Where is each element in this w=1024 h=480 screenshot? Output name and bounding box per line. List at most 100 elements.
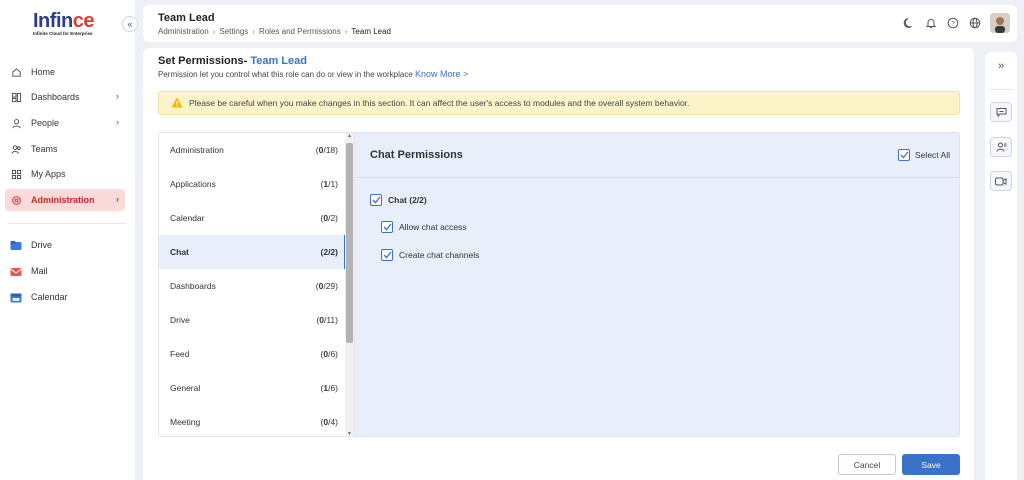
chevron-right-icon: ›: [116, 117, 119, 127]
category-label: Dashboards: [170, 281, 216, 291]
category-administration[interactable]: Administration (0/18): [159, 133, 346, 167]
warning-banner: Please be careful when you make changes …: [158, 91, 960, 115]
scroll-up-icon[interactable]: ▲: [346, 133, 353, 140]
avatar[interactable]: [990, 13, 1010, 33]
category-label: Drive: [170, 315, 190, 325]
save-button[interactable]: Save: [902, 454, 960, 475]
permissions-title: Set Permissions- Team Lead: [158, 55, 307, 67]
checkbox-checked-icon[interactable]: [370, 194, 382, 206]
category-meeting[interactable]: Meeting (0/4): [159, 405, 346, 436]
person-icon: [10, 117, 22, 129]
breadcrumb-administration[interactable]: Administration: [158, 27, 209, 36]
breadcrumb: Administration › Settings › Roles and Pe…: [158, 27, 391, 36]
scroll-down-icon[interactable]: ▼: [346, 431, 353, 436]
breadcrumb-roles[interactable]: Roles and Permissions: [259, 27, 341, 36]
breadcrumb-separator: ›: [344, 27, 348, 36]
permission-label: Allow chat access: [399, 222, 467, 232]
sidebar-item-dashboards[interactable]: Dashboards ›: [5, 86, 125, 108]
category-count: (1/6): [320, 383, 339, 393]
category-feed[interactable]: Feed (0/6): [159, 337, 346, 371]
sidebar-item-label: Drive: [31, 240, 53, 250]
sidebar-item-label: Mail: [31, 266, 48, 276]
category-label: Feed: [170, 349, 190, 359]
cancel-button[interactable]: Cancel: [838, 454, 896, 475]
logo-tagline: Infinite Cloud for Enterprise: [33, 31, 93, 36]
sidebar-item-administration[interactable]: Administration ›: [5, 189, 125, 211]
sidebar-item-label: Calendar: [31, 292, 68, 302]
calendar-icon: [10, 291, 22, 303]
warning-triangle-icon: [171, 97, 183, 109]
category-label: Calendar: [170, 213, 205, 223]
allow-chat-access-checkbox[interactable]: Allow chat access: [381, 221, 467, 233]
teams-icon: [10, 143, 22, 155]
breadcrumb-separator: ›: [212, 27, 216, 36]
breadcrumb-separator: ›: [252, 27, 255, 36]
checkbox-checked-icon[interactable]: [898, 149, 911, 161]
infince-logo[interactable]: Infince Infinite Cloud for Enterprise: [33, 10, 97, 38]
admin-gear-icon: [10, 194, 22, 206]
category-count: (0/11): [316, 315, 338, 325]
sidebar-item-drive[interactable]: Drive: [5, 234, 125, 256]
category-label: Chat: [170, 247, 189, 257]
role-name: Team Lead: [250, 55, 307, 67]
sidebar-item-teams[interactable]: Teams: [5, 138, 125, 160]
permission-category-list: Administration (0/18) Applications (1/1)…: [158, 132, 355, 437]
globe-icon[interactable]: [968, 16, 982, 30]
panel-title: Chat Permissions: [370, 149, 463, 161]
category-scrollbar[interactable]: ▲ ▼: [345, 133, 354, 436]
permission-label: Create chat channels: [399, 250, 480, 260]
category-count: (1/1): [320, 179, 339, 189]
sidebar-item-label: My Apps: [31, 169, 66, 179]
category-drive[interactable]: Drive (0/11): [159, 303, 346, 337]
sidebar-item-my-apps[interactable]: My Apps: [5, 163, 125, 185]
sidebar-item-mail[interactable]: Mail: [5, 260, 125, 282]
header-actions: ?: [902, 13, 1010, 33]
category-applications[interactable]: Applications (1/1): [159, 167, 346, 201]
collapse-sidebar-icon[interactable]: «: [122, 16, 138, 32]
apps-icon: [10, 168, 22, 180]
warning-text: Please be careful when you make changes …: [189, 98, 690, 108]
sidebar-item-calendar[interactable]: Calendar: [5, 286, 125, 308]
chat-group-checkbox[interactable]: Chat (2/2): [370, 194, 427, 206]
sidebar-divider: [8, 223, 126, 224]
help-icon[interactable]: ?: [946, 16, 960, 30]
category-count: (0/18): [315, 145, 338, 155]
scrollbar-thumb[interactable]: [346, 143, 353, 343]
sidebar-item-home[interactable]: Home: [5, 61, 125, 83]
know-more-link[interactable]: Know More >: [415, 69, 468, 79]
sidebar-item-label: Teams: [31, 144, 58, 154]
expand-rail-icon[interactable]: »: [985, 60, 1017, 72]
create-chat-channels-checkbox[interactable]: Create chat channels: [381, 249, 479, 261]
category-count: (0/2): [320, 213, 339, 223]
sidebar-item-label: Dashboards: [31, 92, 80, 102]
sidebar: Infince Infinite Cloud for Enterprise « …: [0, 0, 138, 480]
checkbox-checked-icon[interactable]: [381, 249, 393, 261]
sidebar-item-label: People: [31, 118, 60, 128]
checkbox-checked-icon[interactable]: [381, 221, 393, 233]
category-label: Administration: [170, 145, 224, 155]
category-count: (0/6): [320, 349, 339, 359]
dashboard-icon: [10, 91, 22, 103]
select-all-label: Select All: [915, 150, 950, 160]
category-dashboards[interactable]: Dashboards (0/29): [159, 269, 346, 303]
bell-icon[interactable]: [924, 16, 938, 30]
category-count: (0/4): [320, 417, 339, 427]
contacts-icon[interactable]: [990, 137, 1012, 157]
breadcrumb-settings[interactable]: Settings: [219, 27, 248, 36]
select-all-checkbox[interactable]: Select All: [898, 149, 950, 161]
category-calendar[interactable]: Calendar (0/2): [159, 201, 346, 235]
permissions-subtitle: Permission let you control what this rol…: [158, 69, 469, 79]
page-title: Team Lead: [158, 12, 215, 24]
sidebar-item-people[interactable]: People ›: [5, 112, 125, 134]
breadcrumb-current: Team Lead: [351, 27, 392, 36]
category-general[interactable]: General (1/6): [159, 371, 346, 405]
moon-icon[interactable]: [902, 16, 916, 30]
chat-bubble-icon[interactable]: [990, 102, 1012, 122]
category-label: Applications: [170, 179, 216, 189]
chevron-right-icon: ›: [116, 91, 119, 101]
category-chat[interactable]: Chat (2/2): [159, 235, 346, 269]
video-icon[interactable]: [990, 171, 1012, 191]
logo-wordmark: Infince: [33, 10, 94, 32]
svg-text:?: ?: [951, 20, 955, 27]
header: Team Lead Administration › Settings › Ro…: [143, 5, 1017, 42]
